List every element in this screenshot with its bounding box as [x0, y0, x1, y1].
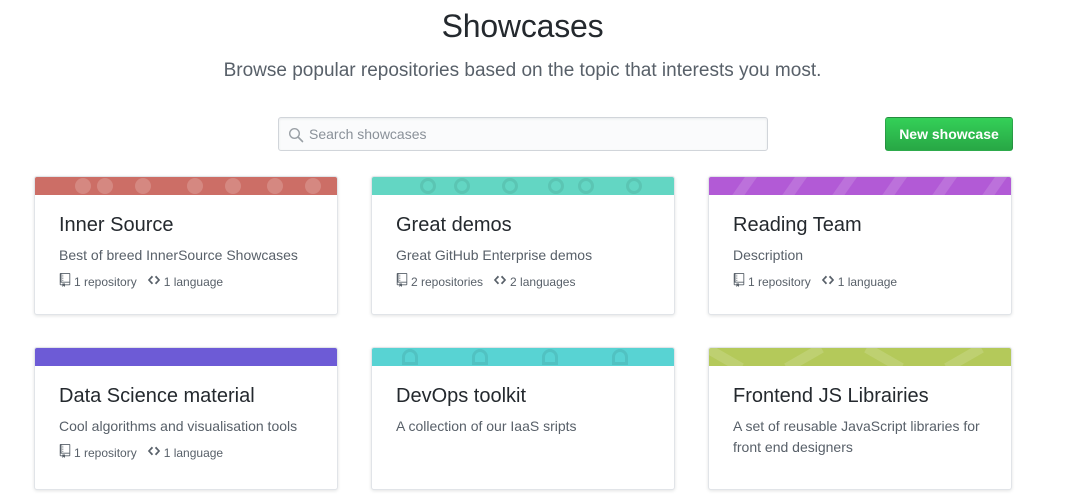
repo-icon	[59, 444, 74, 461]
card-title[interactable]: Great demos	[396, 211, 650, 239]
card-description: A collection of our IaaS sripts	[396, 418, 577, 434]
repo-icon	[733, 273, 748, 290]
showcase-card-devops-toolkit[interactable]: DevOps toolkit A collection of our IaaS …	[371, 347, 675, 490]
code-icon	[147, 273, 164, 290]
repo-count: 1 repository	[748, 274, 811, 289]
page-subtitle: Browse popular repositories based on the…	[223, 60, 822, 81]
repo-icon	[59, 273, 74, 290]
showcase-card-data-science[interactable]: Data Science material Cool algorithms an…	[34, 347, 338, 490]
repo-count: 1 repository	[74, 274, 137, 289]
card-title[interactable]: Data Science material	[59, 382, 313, 410]
card-banner	[709, 177, 1011, 195]
card-description: Cool algorithms and visualisation tools	[59, 418, 298, 434]
showcase-card-reading-team[interactable]: Reading Team Description 1 repository 1 …	[708, 176, 1012, 315]
showcase-card-frontend-js[interactable]: Frontend JS Librairies A set of reusable…	[708, 347, 1012, 490]
language-count: 1 language	[163, 445, 224, 460]
card-meta: 1 repository 1 language	[59, 444, 313, 461]
card-description: A set of reusable JavaScript libraries f…	[733, 418, 980, 455]
code-icon	[493, 273, 510, 290]
card-description: Best of breed InnerSource Showcases	[59, 247, 298, 263]
repo-count: 2 repositories	[411, 274, 484, 289]
card-banner	[35, 348, 337, 366]
code-icon	[147, 444, 164, 461]
language-count: 2 languages	[510, 274, 576, 289]
code-icon	[821, 273, 838, 290]
card-meta: 1 repository 1 language	[733, 273, 987, 290]
card-title[interactable]: Frontend JS Librairies	[733, 382, 987, 410]
card-banner	[372, 177, 674, 195]
repo-icon	[396, 273, 411, 290]
card-banner	[709, 348, 1011, 366]
search-box[interactable]	[278, 117, 768, 151]
repo-count: 1 repository	[74, 445, 137, 460]
new-showcase-button[interactable]: New showcase	[885, 117, 1013, 151]
page-title: Showcases	[441, 8, 604, 44]
showcase-card-great-demos[interactable]: Great demos Great GitHub Enterprise demo…	[371, 176, 675, 315]
card-title[interactable]: DevOps toolkit	[396, 382, 650, 410]
card-title[interactable]: Inner Source	[59, 211, 313, 239]
card-banner	[372, 348, 674, 366]
card-meta: 2 repositories 2 languages	[396, 273, 650, 290]
card-meta: 1 repository 1 language	[59, 273, 313, 290]
card-banner	[35, 177, 337, 195]
showcase-card-inner-source[interactable]: Inner Source Best of breed InnerSource S…	[34, 176, 338, 315]
language-count: 1 language	[163, 274, 224, 289]
search-input[interactable]	[279, 118, 767, 150]
search-icon	[288, 127, 304, 143]
card-description: Great GitHub Enterprise demos	[396, 247, 593, 263]
card-description: Description	[733, 247, 804, 263]
language-count: 1 language	[837, 274, 898, 289]
card-title[interactable]: Reading Team	[733, 211, 987, 239]
